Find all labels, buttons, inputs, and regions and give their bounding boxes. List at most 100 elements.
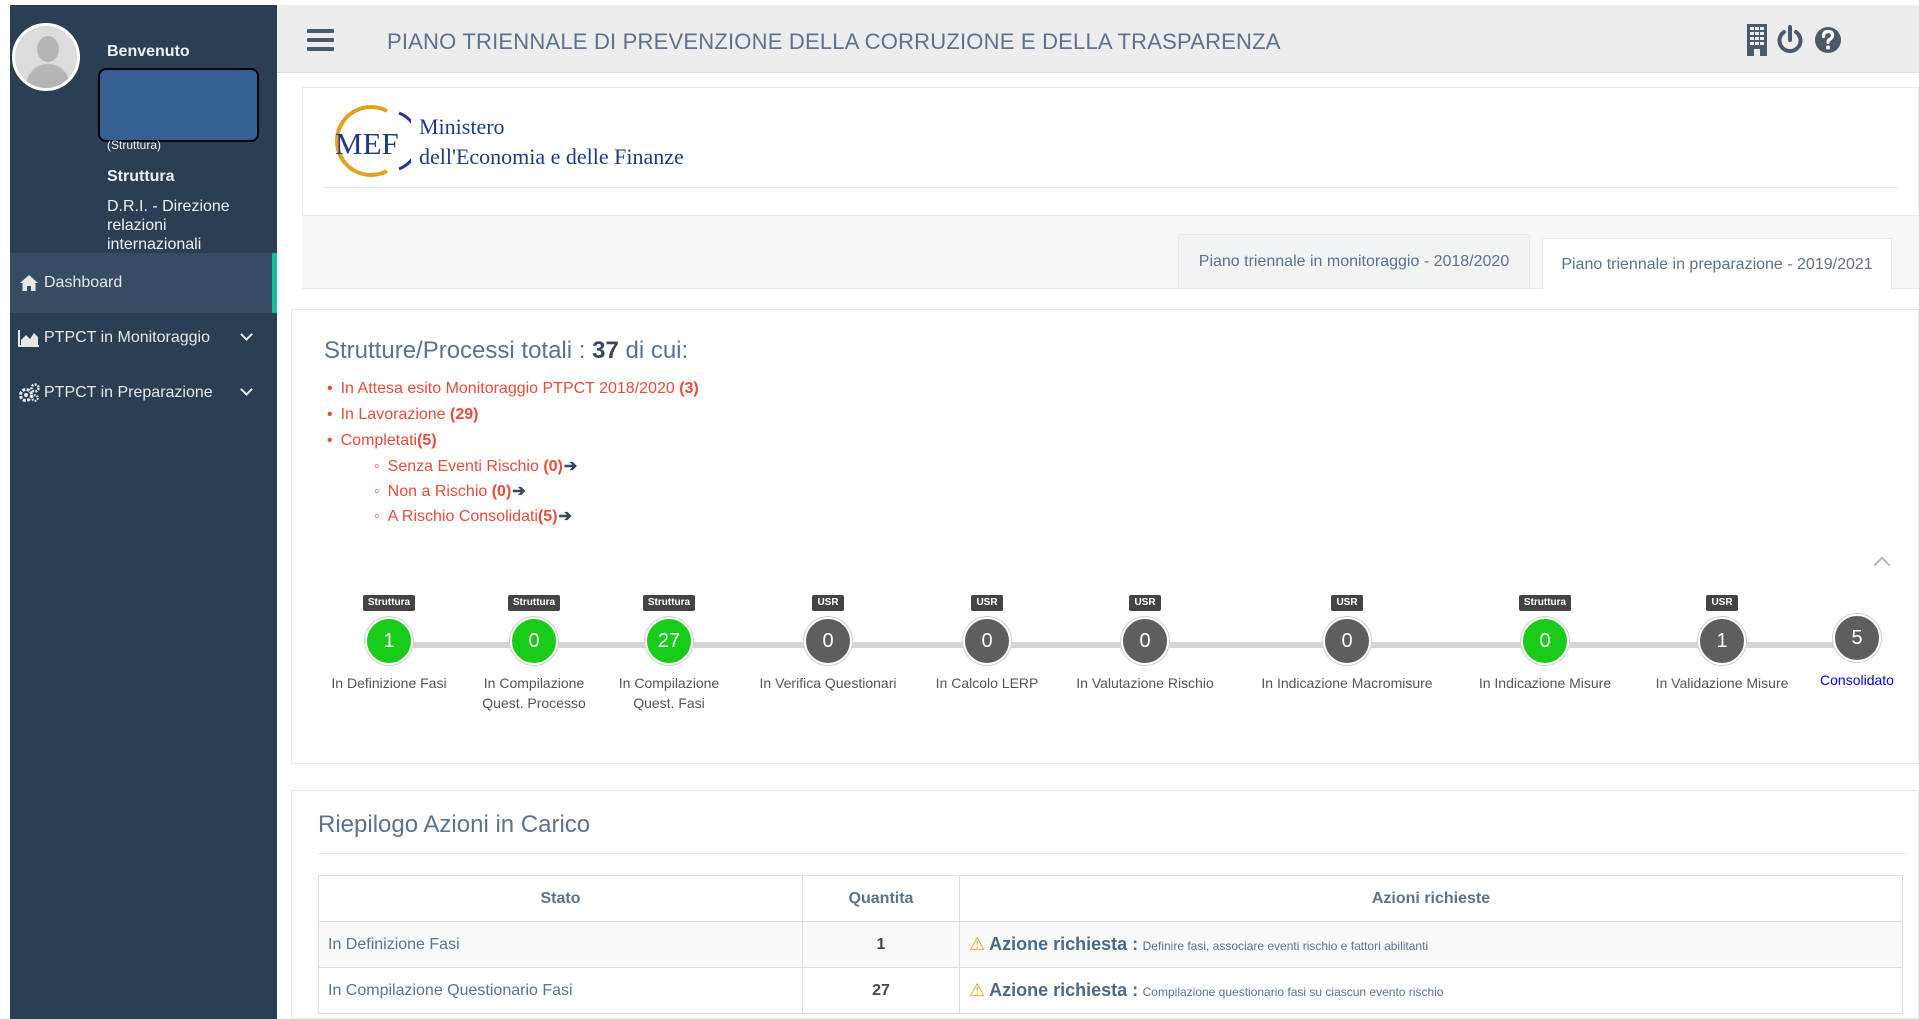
chevron-down-icon[interactable] (240, 383, 253, 396)
column-header-quantita: Quantita (802, 875, 960, 922)
cell-quantita: 27 (802, 967, 960, 1014)
sidebar-item-label: PTPCT in Monitoraggio (44, 329, 210, 346)
step-count-circle[interactable]: 0 (1323, 617, 1371, 665)
menu-toggle-icon[interactable] (307, 29, 334, 51)
riepilogo-table: Stato Quantita Azioni richieste In Defin… (318, 875, 1903, 1014)
power-icon[interactable] (1775, 23, 1805, 57)
list-item-label: A Rischio Consolidati (387, 508, 538, 525)
summary-total: 37 (592, 337, 619, 364)
home-icon (14, 274, 44, 292)
step-count-circle[interactable]: 0 (1121, 617, 1169, 665)
step-label: In Indicazione Misure (1478, 675, 1612, 691)
welcome-text: Benvenuto (107, 43, 190, 60)
building-icon[interactable] (1744, 23, 1774, 57)
step-role-badge: Struttura (507, 595, 561, 611)
step-role-badge: USR (1129, 595, 1161, 611)
table-row[interactable]: In Definizione Fasi 1 ⚠ Azione richiesta … (318, 921, 1903, 968)
sidebar-item-ptpct-preparazione[interactable]: PTPCT in Preparazione (10, 363, 277, 423)
list-item-count: (0) (491, 483, 512, 500)
riepilogo-title: Riepilogo Azioni in Carico (318, 811, 591, 838)
gears-icon (14, 383, 44, 403)
sidebar: Benvenuto (Struttura) Struttura D.R.I. -… (10, 5, 277, 1019)
step-count-circle[interactable]: 0 (804, 617, 852, 665)
step-label: In Valutazione Rischio (1076, 675, 1214, 691)
cell-quantita: 1 (802, 921, 960, 968)
step-role-badge: USR (1331, 595, 1363, 611)
summary-title-suffix: di cui: (618, 337, 689, 364)
step-count-circle[interactable]: 0 (1521, 617, 1569, 665)
divider (323, 187, 1897, 188)
step-label[interactable]: Consolidato (1757, 670, 1919, 690)
avatar[interactable] (12, 23, 80, 91)
chevron-down-icon[interactable] (240, 328, 253, 341)
list-item[interactable]: A Rischio Consolidati(5)➔ (374, 504, 577, 529)
column-header-azioni: Azioni richieste (959, 875, 1903, 922)
arrow-right-icon[interactable]: ➔ (564, 458, 577, 475)
summary-title-prefix: Strutture/Processi totali : (324, 337, 593, 364)
step-role-badge: USR (812, 595, 844, 611)
list-item-count: (3) (679, 380, 699, 397)
app-window: Benvenuto (Struttura) Struttura D.R.I. -… (0, 0, 1919, 1019)
redacted-username (98, 68, 259, 142)
chevron-up-icon[interactable] (1873, 556, 1891, 574)
mef-logo: MEF (329, 103, 420, 184)
cell-stato: In Definizione Fasi (318, 921, 803, 968)
logo-text: Ministero dell'Economia e delle Finanze (419, 112, 684, 172)
cell-azione: ⚠ Azione richiesta : Compilazione questio… (959, 967, 1903, 1014)
list-item-count: (29) (450, 406, 479, 423)
avatar-body (26, 64, 70, 88)
plan-tabs: Piano triennale in monitoraggio - 2018/2… (302, 216, 1919, 290)
summary-panel: Strutture/Processi totali : 37 di cui: I… (291, 309, 1919, 764)
step-label: In Indicazione Macromisure (1261, 675, 1433, 691)
step-role-badge: Struttura (642, 595, 696, 611)
summary-title: Strutture/Processi totali : 37 di cui: (324, 337, 688, 365)
help-icon[interactable] (1813, 23, 1843, 57)
sidebar-item-label: Dashboard (44, 274, 123, 291)
page-title: PIANO TRIENNALE DI PREVENZIONE DELLA COR… (387, 29, 1281, 54)
step-count-circle[interactable]: 27 (645, 617, 693, 665)
step-count-circle[interactable]: 1 (365, 617, 413, 665)
table-row[interactable]: In Compilazione Questionario Fasi 27 ⚠ Az… (318, 967, 1903, 1014)
tab-preparazione[interactable]: Piano triennale in preparazione - 2019/2… (1542, 238, 1892, 290)
list-item-count: (0) (543, 458, 563, 475)
warning-icon: ⚠ (969, 934, 986, 954)
logo-line1: Ministero (419, 114, 505, 139)
workflow-step: Struttura 0 In Indicazione Misure (1445, 592, 1645, 693)
sidebar-item-label: PTPCT in Preparazione (44, 384, 213, 401)
tab-monitoraggio[interactable]: Piano triennale in monitoraggio - 2018/2… (1178, 234, 1530, 289)
step-count-circle[interactable]: 0 (963, 617, 1011, 665)
list-item-label: Senza Eventi Rischio (387, 458, 544, 475)
divider (318, 853, 1908, 854)
list-item[interactable]: Non a Rischio (0)➔ (374, 479, 577, 504)
step-label: In Compilazione Quest. Fasi (618, 675, 720, 711)
step-role-badge: USR (971, 595, 1003, 611)
struttura-value: D.R.I. - Direzione relazioni internazion… (107, 198, 230, 253)
list-item[interactable]: Completati(5) (327, 428, 699, 454)
step-count-circle[interactable]: 0 (510, 617, 558, 665)
list-item[interactable]: In Attesa esito Monitoraggio PTPCT 2018/… (327, 376, 699, 402)
avatar-head (37, 36, 59, 62)
azione-text: Compilazione questionario fasi su ciascu… (1142, 985, 1444, 999)
logo-mark-text: MEF (335, 126, 399, 161)
list-item-count: (5) (417, 432, 437, 449)
list-item-label: Completati (340, 432, 418, 449)
table-header-row: Stato Quantita Azioni richieste (318, 875, 1903, 922)
arrow-right-icon[interactable]: ➔ (559, 508, 572, 525)
arrow-right-icon[interactable]: ➔ (512, 483, 525, 500)
azione-text: Definire fasi, associare eventi rischio … (1142, 939, 1429, 953)
step-count-circle[interactable]: 1 (1698, 617, 1746, 665)
list-item[interactable]: In Lavorazione (29) (327, 402, 699, 428)
cell-azione: ⚠ Azione richiesta : Definire fasi, assoc… (959, 921, 1903, 968)
list-item[interactable]: Senza Eventi Rischio (0)➔ (374, 454, 578, 479)
riepilogo-panel: Riepilogo Azioni in Carico Stato Quantit… (291, 790, 1919, 1019)
top-bar: PIANO TRIENNALE DI PREVENZIONE DELLA COR… (277, 5, 1919, 73)
area-chart-icon (14, 329, 44, 347)
step-role-badge: Struttura (362, 595, 416, 611)
sidebar-item-dashboard[interactable]: Dashboard (10, 253, 277, 313)
step-count-circle[interactable]: 5 (1833, 614, 1881, 662)
azione-label: Azione richiesta : (989, 980, 1139, 1000)
logo-panel: MEF Ministero dell'Economia e delle Fina… (302, 87, 1919, 216)
sidebar-item-ptpct-monitoraggio[interactable]: PTPCT in Monitoraggio (10, 308, 277, 368)
column-header-stato: Stato (318, 875, 803, 922)
cell-stato: In Compilazione Questionario Fasi (318, 967, 803, 1014)
